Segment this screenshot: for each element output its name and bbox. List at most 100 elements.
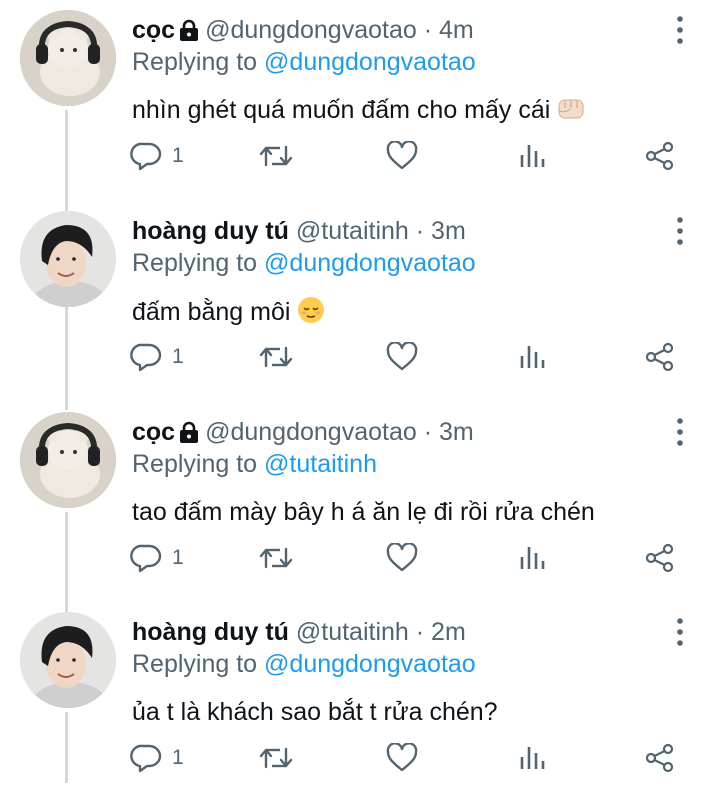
tweet[interactable]: hoàng duy tú @tutaitinh · 3m Replying to… (0, 201, 720, 401)
reply-thread: cọc @dungdongvaotao · 4m Replying to @dun… (0, 0, 720, 783)
reply-button[interactable]: 1 (130, 337, 184, 377)
fist-emoji (556, 95, 586, 131)
share-button[interactable] (644, 337, 676, 377)
like-button[interactable] (386, 738, 418, 778)
lock-icon (179, 419, 199, 451)
tweet-header: hoàng duy tú @tutaitinh · 2m (132, 616, 466, 648)
mention-link[interactable]: @dungdongvaotao (264, 249, 476, 277)
analytics-button[interactable] (518, 136, 546, 176)
heart-icon (386, 743, 418, 772)
tweet-actions: 1 (130, 538, 690, 578)
replying-to-label: Replying to (132, 650, 258, 678)
tweet[interactable]: cọc @dungdongvaotao · 3m Replying to @tut… (0, 402, 720, 602)
reply-count: 1 (172, 746, 184, 769)
analytics-button[interactable] (518, 538, 546, 578)
share-icon (645, 543, 674, 573)
user-handle[interactable]: @tutaitinh (296, 618, 409, 646)
like-button[interactable] (386, 538, 418, 578)
more-options-icon[interactable] (670, 616, 690, 648)
retweet-button[interactable] (258, 337, 294, 377)
replying-to-label: Replying to (132, 450, 258, 478)
plush-bear-avatar[interactable] (20, 412, 116, 508)
display-name[interactable]: cọc (132, 418, 175, 446)
reply-button[interactable]: 1 (130, 738, 184, 778)
share-button[interactable] (644, 136, 676, 176)
tweet-header: cọc @dungdongvaotao · 4m (132, 14, 474, 49)
replying-to-label: Replying to (132, 48, 258, 76)
tweet-text-content: đấm bằng môi (132, 298, 291, 326)
user-handle[interactable]: @dungdongvaotao (205, 16, 417, 44)
tweet-text-content: ủa t là khách sao bắt t rửa chén? (132, 698, 498, 726)
analytics-button[interactable] (518, 738, 546, 778)
reply-button[interactable]: 1 (130, 538, 184, 578)
user-handle[interactable]: @tutaitinh (296, 217, 409, 245)
retweet-icon (259, 145, 293, 167)
like-button[interactable] (386, 136, 418, 176)
heart-icon (386, 141, 418, 170)
retweet-icon (259, 346, 293, 368)
reply-icon (130, 544, 162, 573)
tweet-text: nhìn ghét quá muốn đấm cho mấy cái (132, 94, 586, 131)
share-button[interactable] (644, 538, 676, 578)
reply-count: 1 (172, 546, 184, 569)
separator-dot: · (416, 418, 439, 446)
tweet-header: cọc @dungdongvaotao · 3m (132, 416, 474, 451)
retweet-button[interactable] (258, 136, 294, 176)
timestamp[interactable]: 3m (439, 418, 474, 446)
person-avatar[interactable] (20, 211, 116, 307)
retweet-icon (259, 747, 293, 769)
share-icon (645, 743, 674, 773)
more-options-icon[interactable] (670, 416, 690, 448)
analytics-icon (520, 346, 545, 368)
more-options-icon[interactable] (670, 215, 690, 247)
tweet-text-content: nhìn ghét quá muốn đấm cho mấy cái (132, 96, 551, 124)
like-button[interactable] (386, 337, 418, 377)
tweet-text: ủa t là khách sao bắt t rửa chén? (132, 696, 498, 728)
separator-dot: · (416, 16, 439, 44)
reply-icon (130, 142, 162, 171)
tweet-actions: 1 (130, 738, 690, 778)
tweet-text: tao đấm mày bây h á ăn lẹ đi rồi rửa ché… (132, 496, 595, 528)
separator-dot: · (408, 618, 432, 646)
display-name[interactable]: cọc (132, 16, 175, 44)
replying-to-line: Replying to @dungdongvaotao (132, 648, 476, 680)
timestamp[interactable]: 3m (431, 217, 466, 245)
tweet-text: đấm bằng môi (132, 295, 326, 333)
retweet-icon (259, 547, 293, 569)
retweet-button[interactable] (258, 738, 294, 778)
analytics-icon (520, 145, 545, 167)
replying-to-label: Replying to (132, 249, 258, 277)
plush-bear-avatar[interactable] (20, 10, 116, 106)
user-handle[interactable]: @dungdongvaotao (205, 418, 417, 446)
tweet-actions: 1 (130, 136, 690, 176)
display-name[interactable]: hoàng duy tú (132, 618, 289, 646)
reply-icon (130, 343, 162, 372)
reply-icon (130, 744, 162, 773)
tweet[interactable]: cọc @dungdongvaotao · 4m Replying to @dun… (0, 0, 720, 200)
tweet-actions: 1 (130, 337, 690, 377)
mention-link[interactable]: @tutaitinh (264, 450, 377, 478)
retweet-button[interactable] (258, 538, 294, 578)
heart-icon (386, 342, 418, 371)
timestamp[interactable]: 2m (431, 618, 466, 646)
mention-link[interactable]: @dungdongvaotao (264, 650, 476, 678)
timestamp[interactable]: 4m (439, 16, 474, 44)
mention-link[interactable]: @dungdongvaotao (264, 48, 476, 76)
tweet[interactable]: hoàng duy tú @tutaitinh · 2m Replying to… (0, 602, 720, 802)
tweet-text-content: tao đấm mày bây h á ăn lẹ đi rồi rửa ché… (132, 498, 595, 526)
reply-count: 1 (172, 144, 184, 167)
analytics-icon (520, 547, 545, 569)
analytics-button[interactable] (518, 337, 546, 377)
person-avatar[interactable] (20, 612, 116, 708)
more-options-icon[interactable] (670, 14, 690, 46)
replying-to-line: Replying to @dungdongvaotao (132, 46, 476, 78)
heart-icon (386, 543, 418, 572)
share-button[interactable] (644, 738, 676, 778)
tweet-header: hoàng duy tú @tutaitinh · 3m (132, 215, 466, 247)
replying-to-line: Replying to @dungdongvaotao (132, 247, 476, 279)
analytics-icon (520, 747, 545, 769)
replying-to-line: Replying to @tutaitinh (132, 448, 377, 480)
display-name[interactable]: hoàng duy tú (132, 217, 289, 245)
reply-button[interactable]: 1 (130, 136, 184, 176)
separator-dot: · (408, 217, 432, 245)
